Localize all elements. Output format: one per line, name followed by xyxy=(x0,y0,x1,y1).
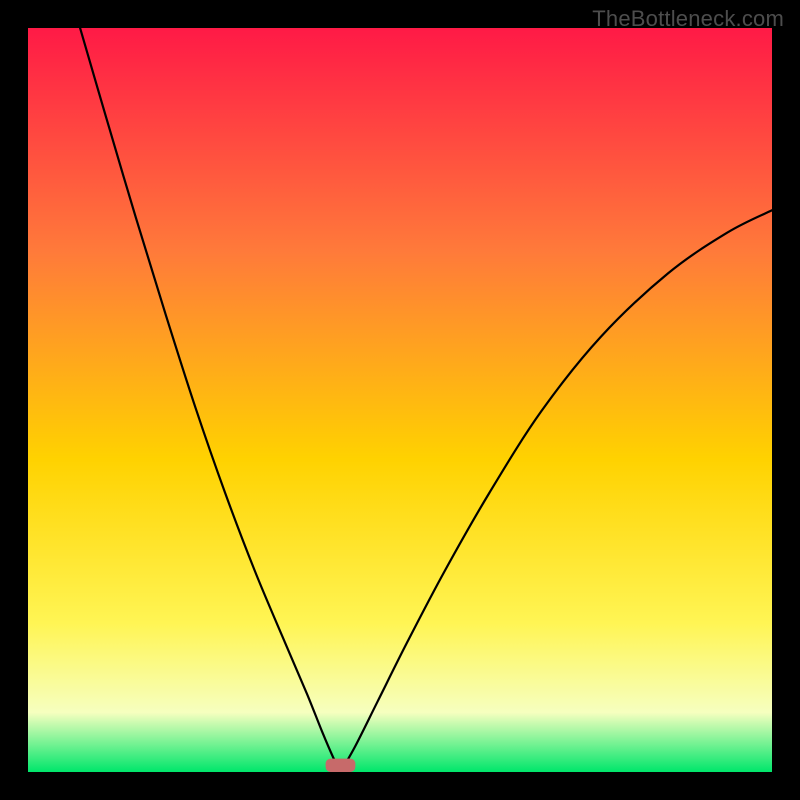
chart-svg xyxy=(28,28,772,772)
watermark-text: TheBottleneck.com xyxy=(592,6,784,32)
curve-left-branch xyxy=(80,28,340,772)
optimum-marker xyxy=(326,759,356,772)
plot-area xyxy=(28,28,772,772)
outer-frame: TheBottleneck.com xyxy=(0,0,800,800)
curve-right-branch xyxy=(340,210,772,772)
